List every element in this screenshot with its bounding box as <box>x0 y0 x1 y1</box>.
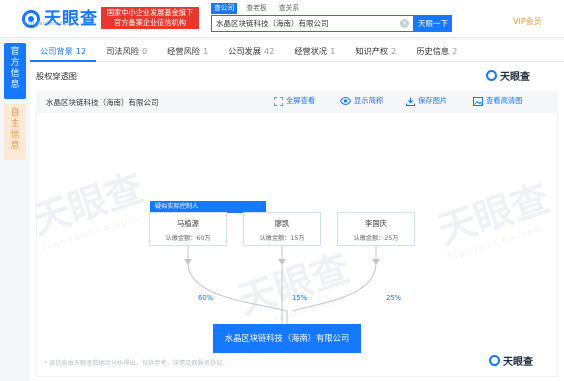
certification-badge[interactable]: 国家中小企业发展基金旗下 官方备案企业征信机构 <box>101 7 199 29</box>
shareholder-name: 廖凯 <box>274 219 290 228</box>
tab-search-boss[interactable]: 查老板 <box>243 3 269 14</box>
equity-graph-canvas[interactable]: 天眼查 TianYanCha.com 天眼查 TianYanCha.com 天眼查 T… <box>36 113 558 377</box>
nav-judicial-risk[interactable]: 司法风险 0 <box>96 40 157 62</box>
page: 天眼查 TianYanCha.com 国家中小企业发展基金旗下 官方备案企业征信… <box>0 0 564 381</box>
shareholder-node[interactable]: 廖凯 认缴金额：15万 <box>243 212 321 246</box>
disclaimer-note: * 该信息由天眼查数据库分析得出，仅供参考，详情见网服务协议。 <box>44 360 229 367</box>
nav-label: 知识产权 <box>355 46 389 56</box>
nav-label: 经营状况 <box>294 46 328 56</box>
nav-label: 经营风险 <box>167 46 200 56</box>
nav-count: 2 <box>452 46 458 56</box>
tab-search-company[interactable]: 查公司 <box>211 3 238 14</box>
save-image-label: 保存图片 <box>418 96 448 105</box>
top-header: 天眼查 TianYanCha.com 国家中小企业发展基金旗下 官方备案企业征信… <box>0 0 564 38</box>
side-tab-char: 方 <box>10 58 20 68</box>
side-tab-char: 息 <box>10 80 20 90</box>
show-short-name-label: 显示简称 <box>354 96 384 105</box>
shareholder-node[interactable]: 马植源 认缴金额：60万 <box>149 212 227 246</box>
side-tab-self-info[interactable]: 自 主 信 息 <box>4 104 26 160</box>
logo-subtitle: TianYanCha.com <box>24 21 73 27</box>
search-button[interactable]: 天眼一下 <box>414 15 452 32</box>
image-icon <box>473 96 483 106</box>
nav-count: 0 <box>141 46 148 56</box>
nav-company-background[interactable]: 公司背景 12 <box>30 40 97 62</box>
section-brand-text: 天眼查 <box>500 72 530 83</box>
badge-line-1: 国家中小企业发展基金旗下 <box>106 8 194 17</box>
nav-count: 42 <box>263 46 275 56</box>
eye-logo-icon <box>486 70 497 81</box>
fullscreen-icon <box>274 96 283 106</box>
share-percent: 15% <box>292 294 308 302</box>
nav-label: 公司背景 <box>40 46 73 56</box>
nav-intellectual-property[interactable]: 知识产权 2 <box>345 40 406 62</box>
side-tab-char: 自 <box>10 108 20 118</box>
category-nav: 公司背景 12 司法风险 0 经营风险 1 公司发展 42 经营状况 1 知识产权 2 历史… <box>30 40 564 62</box>
clear-icon[interactable]: × <box>400 19 409 28</box>
search-input[interactable]: 水晶区块链科技（海南）有限公司 × <box>211 15 414 32</box>
shareholder-name: 马植源 <box>177 219 199 228</box>
nav-label: 司法风险 <box>106 46 139 56</box>
nav-count: 2 <box>391 46 397 56</box>
badge-line-2: 官方备案企业征信机构 <box>114 18 186 27</box>
download-icon <box>406 97 415 106</box>
section-brand-logo: 天眼查 <box>486 68 530 83</box>
nav-count: 12 <box>75 46 87 56</box>
side-tab-official-info[interactable]: 官 方 信 息 <box>4 43 26 99</box>
eye-icon <box>340 97 351 105</box>
shareholder-name: 李国庆 <box>365 219 387 228</box>
view-hd-label: 查看高清图 <box>486 96 523 105</box>
vip-link[interactable]: VIP会员 <box>513 16 542 27</box>
view-hd-button[interactable]: 查看高清图 <box>473 96 522 106</box>
main-panel: 公司背景 12 司法风险 0 经营风险 1 公司发展 42 经营状况 1 知识产权 2 历史… <box>30 40 564 381</box>
side-tab-char: 主 <box>10 119 20 129</box>
nav-operating-risk[interactable]: 经营风险 1 <box>157 40 218 62</box>
footer-brand-text: 天眼查 <box>503 357 533 368</box>
tianyancha-logo[interactable]: 天眼查 <box>22 6 98 32</box>
side-tab-char: 信 <box>10 130 20 140</box>
eye-logo-icon <box>489 355 500 366</box>
nav-business-status[interactable]: 经营状况 1 <box>284 40 345 62</box>
shareholder-capital: 认缴金额：25万 <box>353 235 399 242</box>
tab-search-relation[interactable]: 查关系 <box>276 3 302 14</box>
fullscreen-button[interactable]: 全屏查看 <box>274 96 315 106</box>
search-mode-tabs: 查公司 查老板 查关系 <box>211 3 302 14</box>
share-percent: 25% <box>386 294 402 302</box>
side-tab-char: 信 <box>10 69 20 79</box>
nav-label: 历史信息 <box>416 46 450 56</box>
nav-count: 1 <box>330 46 336 56</box>
shareholder-capital: 认缴金额：60万 <box>165 235 211 242</box>
fullscreen-label: 全屏查看 <box>286 96 316 105</box>
side-tab-char: 官 <box>10 47 20 57</box>
footer-brand-logo: 天眼查 <box>489 353 533 368</box>
shareholder-node[interactable]: 李国庆 认缴金额：25万 <box>337 212 415 246</box>
target-company-node[interactable]: 水晶区块链科技（海南）有限公司 <box>213 324 361 353</box>
share-percent: 60% <box>198 294 214 302</box>
side-tab-char: 息 <box>10 141 20 151</box>
nav-count: 1 <box>202 46 209 56</box>
nav-label: 公司发展 <box>228 46 261 56</box>
nav-history-info[interactable]: 历史信息 2 <box>406 40 467 62</box>
search-input-value: 水晶区块链科技（海南）有限公司 <box>216 19 329 28</box>
save-image-button[interactable]: 保存图片 <box>406 96 447 106</box>
shareholder-capital: 认缴金额：15万 <box>259 235 305 242</box>
show-short-name-button[interactable]: 显示简称 <box>340 96 383 106</box>
section-title: 股权穿透图 <box>36 71 77 81</box>
nav-company-development[interactable]: 公司发展 42 <box>218 40 284 62</box>
graph-toolbar: 水晶区块链科技（海南）有限公司 全屏查看 显示简称 保存图片 查看高清图 <box>36 91 558 113</box>
toolbar-company-name: 水晶区块链科技（海南）有限公司 <box>46 98 159 107</box>
